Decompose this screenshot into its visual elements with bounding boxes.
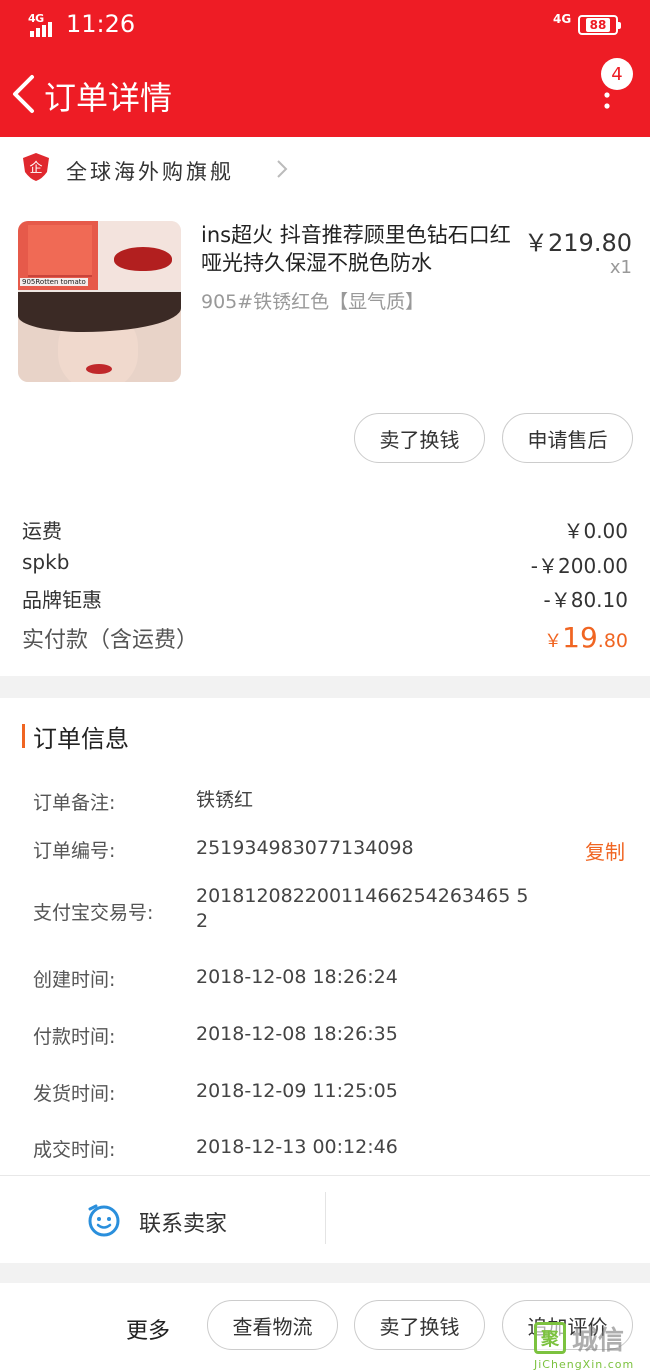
product-price: ￥219.80 (524, 229, 632, 257)
total-paid-row: 实付款（含运费） ￥19.80 (22, 621, 628, 654)
info-label: 订单备注: (33, 792, 116, 814)
shield-icon: 企 (23, 153, 49, 181)
section-title: 订单信息 (33, 724, 129, 753)
fee-row-shipping: 运费 ￥0.00 (22, 515, 628, 544)
fee-value: -￥200.00 (530, 554, 628, 578)
info-label: 订单编号: (33, 840, 116, 862)
chat-face-icon[interactable] (86, 1203, 122, 1237)
info-value: 2018-12-09 11:25:05 (196, 1080, 398, 1102)
watermark-text: 城信 (572, 1326, 625, 1356)
order-info-section: 订单信息 订单备注: 铁锈红 订单编号: 251934983077134098 … (0, 698, 650, 1263)
fee-label: 运费 (22, 519, 62, 543)
fee-label: 品牌钜惠 (22, 588, 102, 612)
page-title: 订单详情 (44, 79, 173, 117)
view-logistics-button[interactable]: 查看物流 (207, 1300, 338, 1350)
info-label: 创建时间: (33, 969, 116, 991)
more-menu-icon[interactable] (600, 92, 614, 112)
battery-level: 88 (585, 18, 611, 32)
signal-icon: 4G (28, 12, 58, 38)
sell-for-cash-button[interactable]: 卖了换钱 (354, 413, 485, 463)
product-quantity: x1 (609, 257, 632, 278)
fee-row-brand-discount: 品牌钜惠 -￥80.10 (22, 584, 628, 613)
info-label: 发货时间: (33, 1083, 116, 1105)
back-arrow-icon[interactable] (10, 74, 36, 114)
total-amount: ￥19.80 (544, 621, 628, 654)
header: 4G 11:26 4G 88 订单详情 4 (0, 0, 650, 137)
network-type-right: 4G (553, 12, 572, 26)
info-label: 成交时间: (33, 1139, 116, 1161)
divider (325, 1192, 326, 1244)
order-info-heading: 订单信息 (22, 722, 129, 753)
info-value: 2018-12-08 18:26:24 (196, 966, 398, 988)
message-badge[interactable]: 4 (601, 58, 633, 90)
watermark: 聚 城信 JiChengXin.com (534, 1318, 650, 1372)
battery-icon: 88 (578, 15, 621, 35)
info-value: 251934983077134098 (196, 837, 414, 859)
info-label: 付款时间: (33, 1026, 116, 1048)
section-accent-bar (22, 724, 25, 748)
info-value: 2018-12-13 00:12:46 (196, 1136, 398, 1158)
fee-row-spkb: spkb -￥200.00 (22, 550, 628, 579)
status-bar: 4G 11:26 4G 88 (0, 0, 650, 50)
fee-value: -￥80.10 (543, 588, 628, 612)
watermark-logo: 聚 (534, 1322, 566, 1354)
contact-seller-button[interactable]: 联系卖家 (139, 1206, 227, 1238)
product-thumbnail[interactable]: 905Rotten tomato (18, 221, 181, 382)
info-label: 支付宝交易号: (33, 902, 154, 924)
sell-for-cash-button-bottom[interactable]: 卖了换钱 (354, 1300, 485, 1350)
info-value: 2018-12-08 18:26:35 (196, 1023, 398, 1045)
total-label: 实付款（含运费） (22, 628, 199, 653)
info-value: 20181208220011466254263465 5 2 (196, 885, 529, 932)
fee-label: spkb (22, 550, 70, 574)
svg-text:企: 企 (29, 160, 42, 176)
status-time: 11:26 (66, 10, 136, 38)
chevron-right-icon (277, 160, 288, 178)
thumb-caption: 905Rotten tomato (20, 278, 88, 286)
order-card: 企 全球海外购旗舰 905Rotten tomato ins超火 抖音推荐顾里色… (0, 137, 650, 676)
more-button[interactable]: 更多 (126, 1313, 170, 1345)
info-value: 铁锈红 (196, 789, 254, 811)
fee-value: ￥0.00 (563, 519, 628, 543)
copy-button[interactable]: 复制 (585, 836, 625, 865)
store-row[interactable]: 企 全球海外购旗舰 (0, 137, 650, 199)
after-sale-button[interactable]: 申请售后 (502, 413, 633, 463)
store-name: 全球海外购旗舰 (66, 160, 234, 184)
product-title[interactable]: ins超火 抖音推荐顾里色钻石口红 哑光持久保湿不脱色防水 (201, 221, 519, 277)
contact-seller-row: 联系卖家 (0, 1175, 650, 1263)
product-sku: 905#铁锈红色【显气质】 (201, 291, 425, 313)
watermark-url: JiChengXin.com (534, 1358, 635, 1371)
